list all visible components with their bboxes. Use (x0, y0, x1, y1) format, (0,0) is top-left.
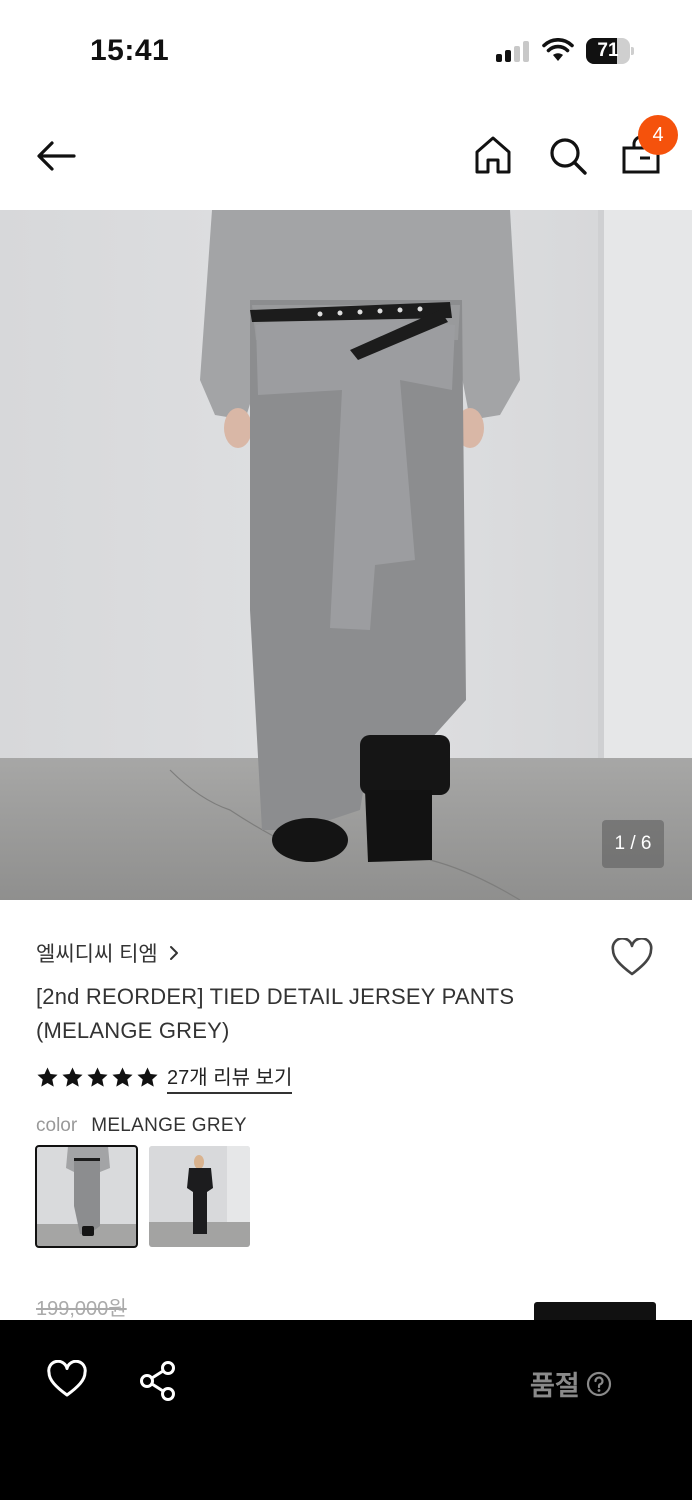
color-value: MELANGE GREY (91, 1115, 247, 1136)
sold-out-label: 품절 (530, 1371, 580, 1401)
top-navigation (0, 100, 692, 210)
color-swatch-melange-grey[interactable] (35, 1145, 138, 1248)
search-icon[interactable] (546, 134, 588, 176)
brand-link[interactable]: 엘씨디씨 티엠 (36, 938, 180, 968)
home-icon[interactable] (472, 134, 514, 176)
color-swatches (35, 1145, 250, 1248)
back-arrow-icon[interactable] (34, 136, 78, 176)
wishlist-heart-icon[interactable] (610, 938, 654, 978)
battery-icon: 71 (586, 38, 634, 64)
bottom-action-bar: 품절 (0, 1320, 692, 1500)
star-rating (36, 1066, 159, 1089)
cellular-signal-icon (496, 40, 532, 62)
chevron-right-icon (169, 946, 178, 960)
color-swatch-black[interactable] (149, 1146, 250, 1247)
star-icon (37, 1066, 58, 1087)
battery-level: 71 (597, 40, 619, 61)
help-circle-icon[interactable] (586, 1371, 612, 1397)
heart-icon[interactable] (46, 1360, 88, 1400)
product-photo (0, 210, 692, 900)
share-icon[interactable] (138, 1360, 178, 1402)
wifi-icon (542, 38, 574, 61)
star-icon (137, 1066, 158, 1087)
image-counter: 1 / 6 (602, 820, 664, 868)
star-icon (62, 1066, 83, 1087)
star-icon (112, 1066, 133, 1087)
product-title: [2nd REORDER] TIED DETAIL JERSEY PANTS (… (36, 984, 515, 1043)
color-option-row: color MELANGE GREY (36, 1112, 247, 1140)
original-price: 199,000원 (36, 1298, 127, 1320)
star-icon (87, 1066, 108, 1087)
sold-out-status: 품절 (530, 1364, 612, 1403)
color-label: color (36, 1115, 78, 1136)
cart-count-badge: 4 (638, 115, 678, 155)
status-time: 15:41 (90, 34, 170, 67)
status-bar: 15:41 71 (0, 0, 692, 100)
product-image[interactable] (0, 210, 692, 900)
rating-row: 27개 리뷰 보기 (36, 1061, 293, 1094)
reviews-link[interactable]: 27개 리뷰 보기 (167, 1061, 293, 1094)
brand-name: 엘씨디씨 티엠 (36, 943, 158, 966)
